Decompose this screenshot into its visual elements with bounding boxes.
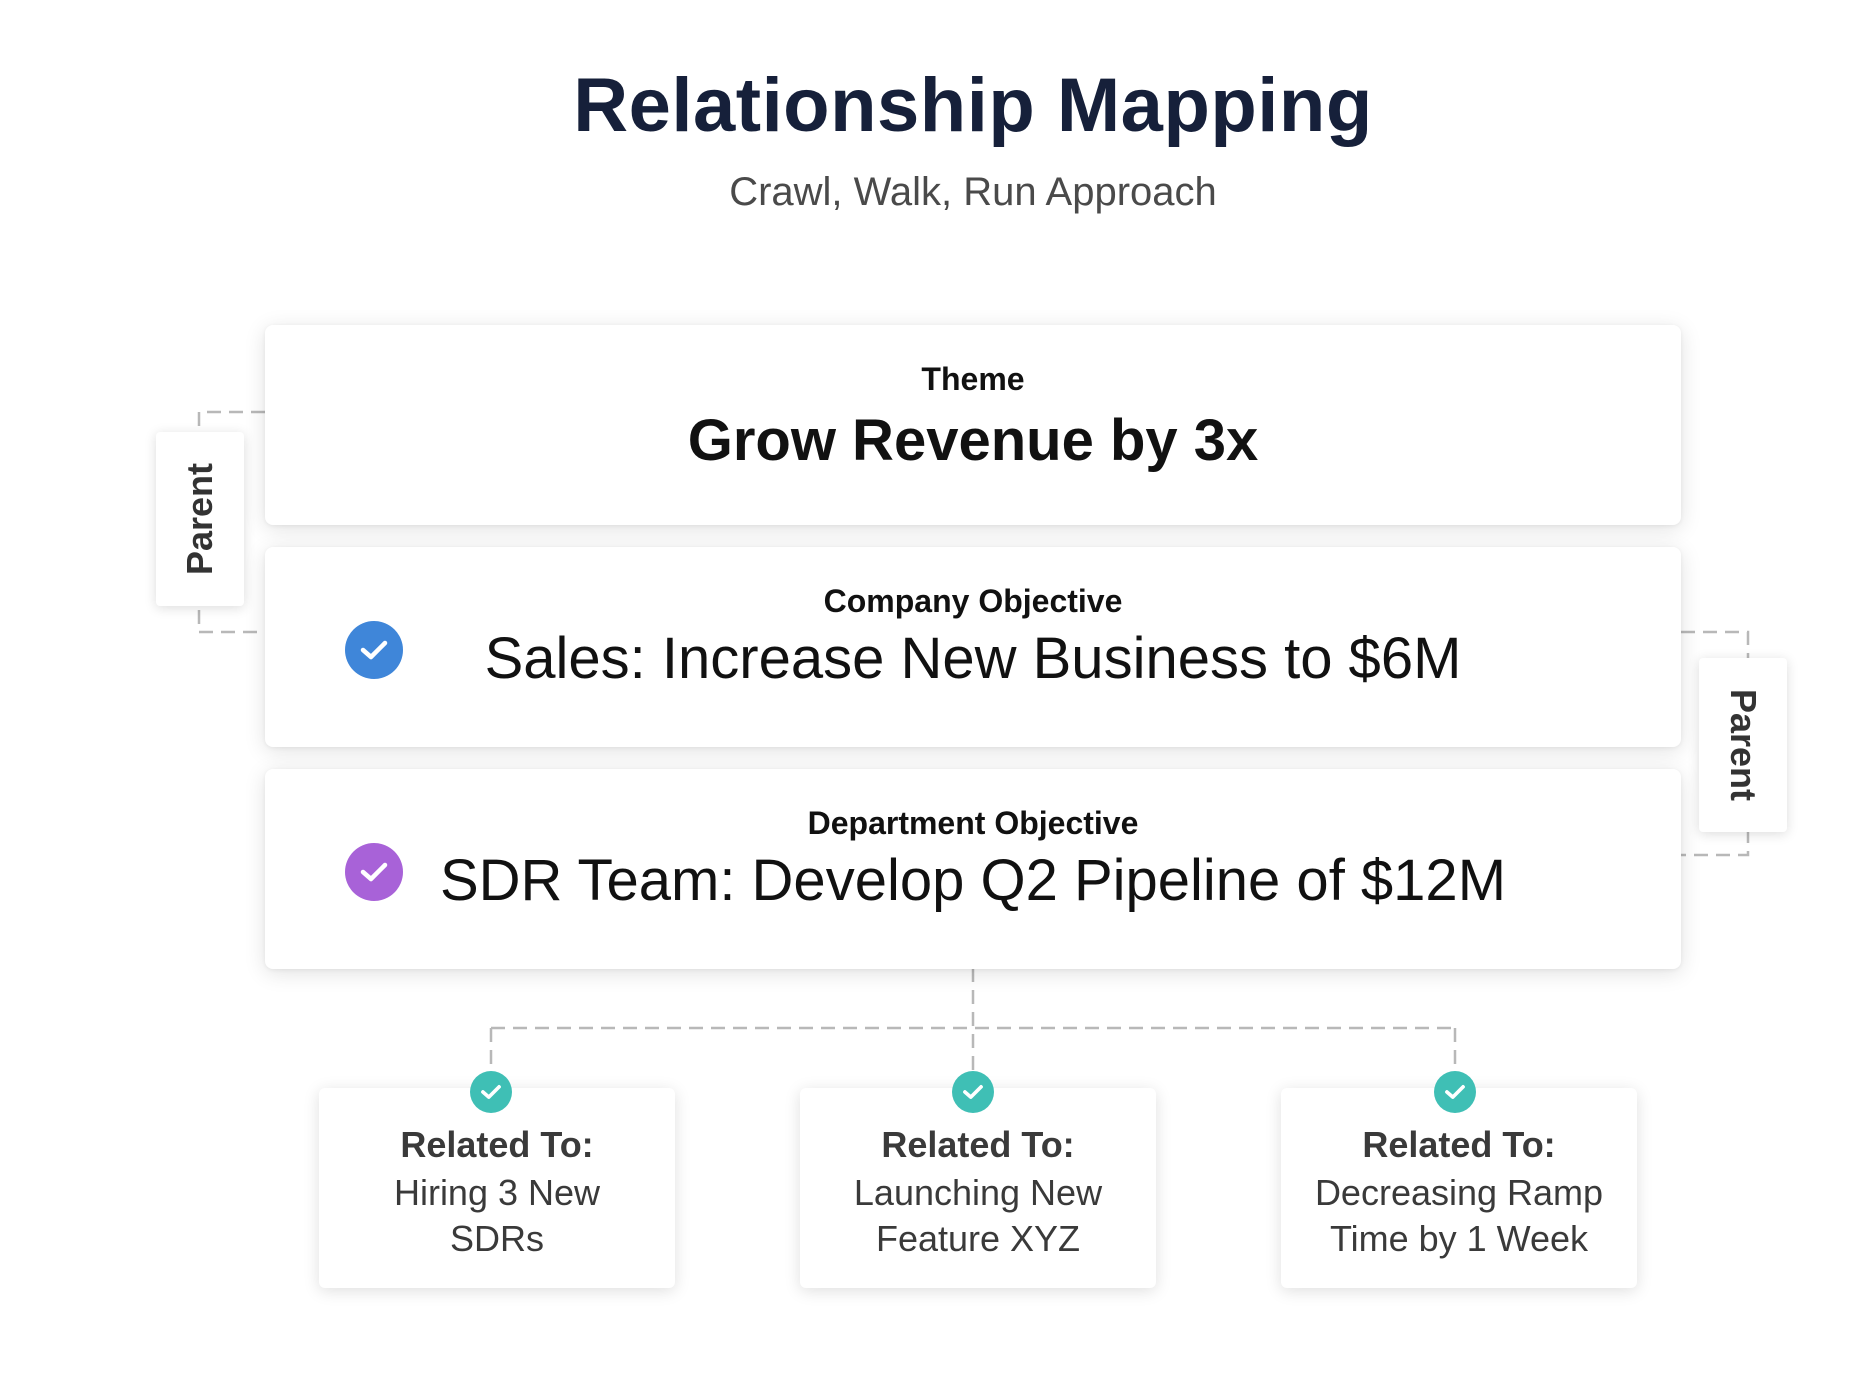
department-objective-value: SDR Team: Develop Q2 Pipeline of $12M <box>439 848 1507 913</box>
theme-label: Theme <box>921 361 1025 397</box>
related-card: Related To: Hiring 3 New SDRs <box>319 1088 675 1288</box>
page-title: Relationship Mapping <box>573 63 1373 148</box>
department-objective-card: Department Objective SDR Team: Develop Q… <box>265 769 1681 969</box>
related-heading: Related To: <box>1362 1124 1556 1165</box>
related-check-icon <box>952 1071 994 1113</box>
theme-card: Theme Grow Revenue by 3x <box>265 325 1681 525</box>
related-check-icon <box>1434 1071 1476 1113</box>
theme-value: Grow Revenue by 3x <box>687 408 1259 473</box>
parent-tab-right-label: Parent <box>1723 688 1765 802</box>
related-heading: Related To: <box>400 1124 594 1165</box>
related-text-line: Time by 1 Week <box>1329 1218 1589 1259</box>
parent-tab-left-label: Parent <box>179 462 221 576</box>
department-objective-label: Department Objective <box>807 805 1139 841</box>
related-heading: Related To: <box>881 1124 1075 1165</box>
related-card: Related To: Decreasing Ramp Time by 1 We… <box>1281 1088 1637 1288</box>
page-subtitle: Crawl, Walk, Run Approach <box>729 170 1217 214</box>
related-text: Hiring 3 New SDRs <box>339 1170 655 1262</box>
company-objective-card: Company Objective Sales: Increase New Bu… <box>265 547 1681 747</box>
related-check-icon <box>470 1071 512 1113</box>
parent-tab-left: Parent <box>156 432 244 606</box>
related-text-line: Launching New <box>853 1172 1103 1213</box>
related-card: Related To: Launching New Feature XYZ <box>800 1088 1156 1288</box>
related-text-line: SDRs <box>449 1218 544 1259</box>
parent-tab-right: Parent <box>1699 658 1787 832</box>
related-text-line: Feature XYZ <box>875 1218 1081 1259</box>
related-text-line: Hiring 3 New <box>393 1172 601 1213</box>
related-text-line: Decreasing Ramp <box>1314 1172 1604 1213</box>
company-objective-value: Sales: Increase New Business to $6M <box>484 626 1462 691</box>
company-objective-label: Company Objective <box>823 583 1123 619</box>
related-text: Decreasing Ramp Time by 1 Week <box>1301 1170 1617 1262</box>
related-text: Launching New Feature XYZ <box>820 1170 1136 1262</box>
